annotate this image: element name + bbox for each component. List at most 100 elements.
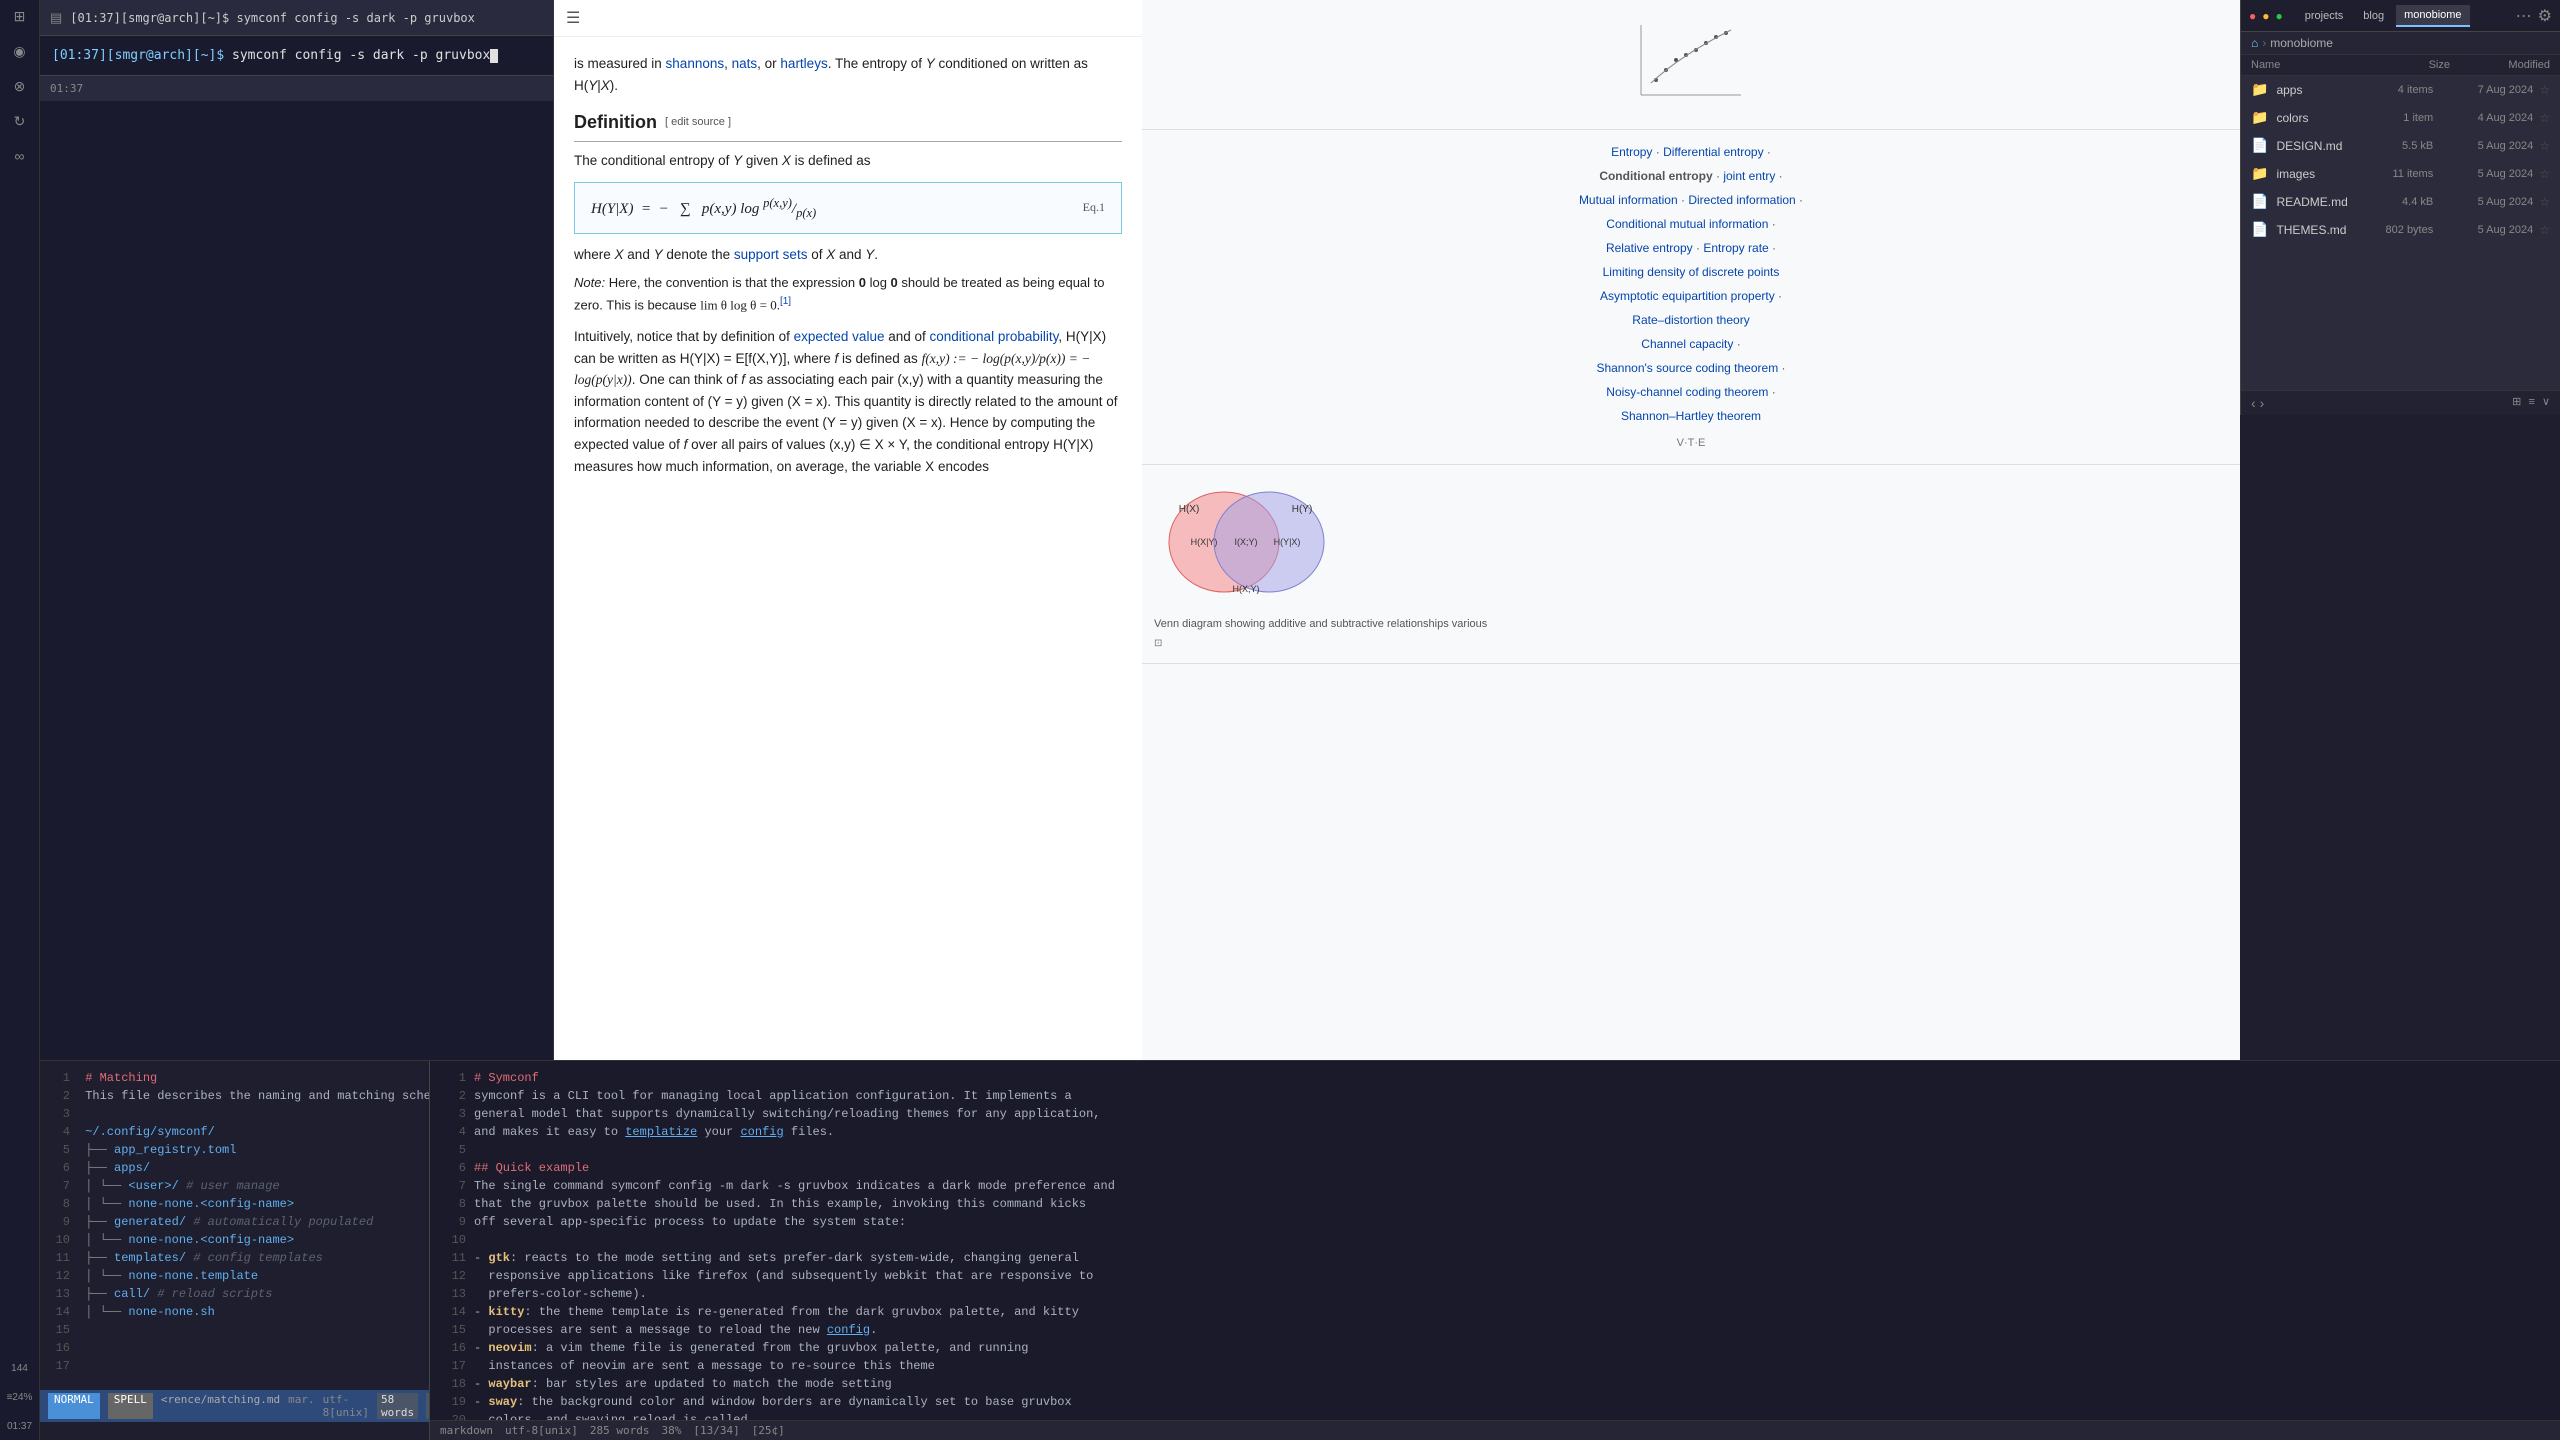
fm-breadcrumb-home[interactable]: ⌂	[2251, 36, 2258, 50]
fm-close-button[interactable]: ●	[2249, 9, 2256, 23]
editor-matching-content[interactable]: 1 # Matching 2 This file describes the n…	[40, 1061, 429, 1390]
fm-star-colors[interactable]: ☆	[2539, 111, 2550, 125]
wiki-link-support[interactable]: support sets	[734, 247, 808, 262]
readme-content-1: # Symconf	[474, 1071, 539, 1085]
fm-star-themes[interactable]: ☆	[2539, 223, 2550, 237]
vtc-links[interactable]: V·T·E	[1677, 437, 1706, 449]
nav-cond-mutual[interactable]: Conditional mutual information	[1606, 217, 1768, 231]
refresh-icon[interactable]: ↻	[14, 113, 26, 130]
fm-tab-blog[interactable]: blog	[2355, 6, 2392, 26]
editor-line-3: 3	[50, 1105, 419, 1123]
readme-line-12: 12 responsive applications like firefox …	[442, 1267, 2548, 1285]
readme-line-19: 19- sway: the background color and windo…	[442, 1393, 2548, 1411]
nav-limiting[interactable]: Limiting density of discrete points	[1603, 265, 1780, 279]
readme-line-11: 11- gtk: reacts to the mode setting and …	[442, 1249, 2548, 1267]
fm-star-readme[interactable]: ☆	[2539, 195, 2550, 209]
readme-size: [25¢]	[752, 1424, 785, 1437]
terminal-command: symconf config -s dark -p gruvbox	[224, 48, 490, 63]
line-content-7: │ └── <user>/ # user manage	[85, 1179, 279, 1193]
terminal-prompt: [01:37][smgr@arch][~]$	[52, 48, 224, 63]
line-num-2: 2	[50, 1087, 70, 1105]
readme-line-13: 13 prefers-color-scheme).	[442, 1285, 2548, 1303]
nav-shannon-hartley[interactable]: Shannon–Hartley theorem	[1621, 409, 1761, 423]
link-icon[interactable]: ⊗	[14, 78, 26, 95]
nav-relative[interactable]: Relative entropy	[1606, 241, 1693, 255]
fm-footer-count: ⊞ ≡ ∨	[2512, 395, 2550, 411]
nav-noisy-channel[interactable]: Noisy-channel coding theorem	[1606, 385, 1768, 399]
circle-icon[interactable]: ◉	[13, 43, 25, 60]
wiki-header: ☰	[554, 0, 1142, 37]
fm-star-images[interactable]: ☆	[2539, 167, 2550, 181]
readme-content-18: - waybar: bar styles are updated to matc…	[474, 1377, 892, 1391]
fm-breadcrumb-current: monobiome	[2270, 36, 2333, 50]
fm-item-count-colors: 1 item	[2363, 112, 2433, 124]
nav-rate-distortion[interactable]: Rate–distortion theory	[1632, 313, 1749, 327]
editor-line-17: 17	[50, 1357, 419, 1375]
wiki-link-nats[interactable]: nats	[732, 56, 758, 71]
nav-channel[interactable]: Channel capacity	[1641, 337, 1733, 351]
wiki-footnote[interactable]: [1]	[780, 296, 791, 307]
fm-item-design-md[interactable]: 📄 DESIGN.md 5.5 kB 5 Aug 2024 ☆	[2241, 132, 2560, 160]
fm-item-date-themes: 5 Aug 2024	[2433, 224, 2533, 236]
wiki-intro: is measured in shannons, nats, or hartle…	[574, 53, 1122, 96]
venn-expand-icon[interactable]: ⊡	[1154, 638, 1162, 649]
terminal-time: 01:37	[50, 82, 83, 95]
fm-breadcrumb: ⌂ › monobiome	[2241, 32, 2560, 55]
fm-prev-button[interactable]: ‹	[2251, 395, 2256, 411]
wiki-link-conditional[interactable]: conditional probability	[930, 329, 1059, 344]
fm-list-view-icon[interactable]: ≡	[2528, 396, 2534, 408]
editor-readme-content[interactable]: 1# Symconf 2symconf is a CLI tool for ma…	[430, 1061, 2560, 1420]
line-num-7: 7	[50, 1177, 70, 1195]
editor-line-9: 9 ├── generated/ # automatically populat…	[50, 1213, 419, 1231]
readme-line-17: 17 instances of neovim are sent a messag…	[442, 1357, 2548, 1375]
fm-item-date-design: 5 Aug 2024	[2433, 140, 2533, 152]
formula-math: H(Y|X) = − ∑ p(x,y) log p(x,y)/p(x)	[591, 193, 816, 223]
wiki-body[interactable]: is measured in shannons, nats, or hartle…	[554, 37, 1142, 503]
fm-maximize-button[interactable]: ●	[2276, 9, 2283, 23]
fm-minimize-button[interactable]: ●	[2262, 9, 2269, 23]
wiki-support-text: where X and Y denote the support sets of…	[574, 244, 1122, 266]
grid-icon[interactable]: ⊞	[14, 8, 26, 25]
fm-grid-view-icon[interactable]: ⊞	[2512, 396, 2521, 408]
nav-mutual[interactable]: Mutual information	[1579, 193, 1678, 207]
readme-num-9: 9	[442, 1213, 466, 1231]
nav-asymptotic[interactable]: Asymptotic equipartition property	[1600, 289, 1775, 303]
fm-star-apps[interactable]: ☆	[2539, 83, 2550, 97]
icon-sidebar: ⊞ ◉ ⊗ ↻ ∞ 144 ≡24% 01:37	[0, 0, 40, 1440]
line-content-12: │ └── none-none.template	[85, 1269, 258, 1283]
editor-line-2: 2 This file describes the naming and mat…	[50, 1087, 419, 1105]
nav-directed[interactable]: Directed information	[1688, 193, 1795, 207]
nav-entropy-rate[interactable]: Entropy rate	[1703, 241, 1768, 255]
editor-matching: 1 # Matching 2 This file describes the n…	[40, 1061, 430, 1440]
fm-item-apps[interactable]: 📁 apps 4 items 7 Aug 2024 ☆	[2241, 76, 2560, 104]
fm-item-themes[interactable]: 📄 THEMES.md 802 bytes 5 Aug 2024 ☆	[2241, 216, 2560, 244]
nav-joint[interactable]: joint entry	[1723, 169, 1775, 183]
nav-entropy[interactable]: Entropy	[1611, 145, 1652, 159]
wiki-menu-icon[interactable]: ☰	[566, 8, 580, 28]
paperclip-icon[interactable]: ∞	[15, 148, 25, 164]
fm-more-icon[interactable]: ⋯	[2516, 6, 2532, 26]
fm-chevron-icon[interactable]: ∨	[2542, 396, 2550, 408]
hygx-label: H(Y|X)	[1274, 537, 1301, 547]
editor-line-14: 14 │ └── none-none.sh	[50, 1303, 419, 1321]
nav-differential[interactable]: Differential entropy	[1663, 145, 1764, 159]
fm-item-images[interactable]: 📁 images 11 items 5 Aug 2024 ☆	[2241, 160, 2560, 188]
fm-item-readme[interactable]: 📄 README.md 4.4 kB 5 Aug 2024 ☆	[2241, 188, 2560, 216]
edit-source-link[interactable]: [ edit source ]	[665, 114, 731, 132]
fm-tab-projects[interactable]: projects	[2297, 6, 2352, 26]
time-label: 01:37	[7, 1421, 32, 1440]
terminal-body[interactable]: [01:37][smgr@arch][~]$ symconf config -s…	[40, 36, 553, 75]
nav-source-coding[interactable]: Shannon's source coding theorem	[1596, 361, 1778, 375]
readme-content-8: that the gruvbox palette should be used.…	[474, 1197, 1086, 1211]
wiki-link-expected[interactable]: expected value	[794, 329, 885, 344]
fm-tab-monobiome[interactable]: monobiome	[2396, 5, 2469, 27]
fm-star-design[interactable]: ☆	[2539, 139, 2550, 153]
fm-next-button[interactable]: ›	[2260, 395, 2265, 411]
wiki-link-hartleys[interactable]: hartleys	[780, 56, 827, 71]
line-num-11: 11	[50, 1249, 70, 1267]
fm-item-colors[interactable]: 📁 colors 1 item 4 Aug 2024 ☆	[2241, 104, 2560, 132]
editor-line-7: 7 │ └── <user>/ # user manage	[50, 1177, 419, 1195]
fm-gear-icon[interactable]: ⚙	[2538, 6, 2552, 26]
wiki-link-shannons[interactable]: shannons	[666, 56, 725, 71]
readme-line-9: 9off several app-specific process to upd…	[442, 1213, 2548, 1231]
